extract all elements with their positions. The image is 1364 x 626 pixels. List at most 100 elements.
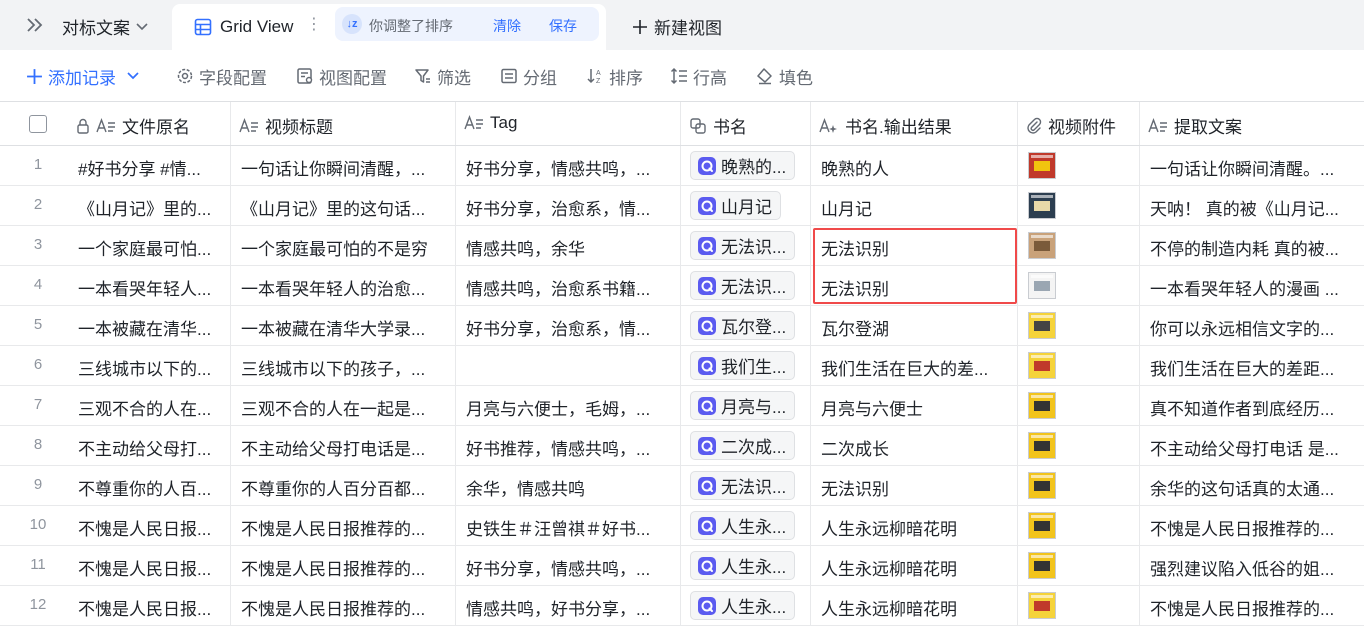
video-thumbnail[interactable] xyxy=(1028,312,1056,339)
table-name-dropdown[interactable]: 对标文案 xyxy=(62,14,148,39)
video-attachment-cell[interactable] xyxy=(1018,306,1140,345)
column-header-file-name[interactable]: 文件原名 xyxy=(68,102,231,145)
extracted-copy-cell[interactable]: 不停的制造内耗 真的被... xyxy=(1140,226,1364,265)
video-title-cell[interactable]: 不愧是人民日报推荐的... xyxy=(231,586,456,625)
extracted-copy-cell[interactable]: 不愧是人民日报推荐的... xyxy=(1140,506,1364,545)
extracted-copy-cell[interactable]: 天呐！ 真的被《山月记... xyxy=(1140,186,1364,225)
book-name-cell[interactable]: 山月记 xyxy=(681,186,811,225)
file-name-cell[interactable]: 《山月记》里的... xyxy=(68,186,231,225)
file-name-cell[interactable]: 三观不合的人在... xyxy=(68,386,231,425)
tag-cell[interactable]: 好书分享，治愈系，情... xyxy=(456,306,681,345)
file-name-cell[interactable]: 不愧是人民日报... xyxy=(68,546,231,585)
video-thumbnail[interactable] xyxy=(1028,232,1056,259)
video-title-cell[interactable]: 不愧是人民日报推荐的... xyxy=(231,546,456,585)
column-header-extracted-copy[interactable]: 提取文案 xyxy=(1140,102,1364,145)
video-attachment-cell[interactable] xyxy=(1018,506,1140,545)
video-attachment-cell[interactable] xyxy=(1018,546,1140,585)
video-thumbnail[interactable] xyxy=(1028,512,1056,539)
book-name-cell[interactable]: 人生永... xyxy=(681,586,811,625)
field-config-button[interactable]: 字段配置 xyxy=(176,64,267,88)
extracted-copy-cell[interactable]: 一本看哭年轻人的漫画 ... xyxy=(1140,266,1364,305)
extracted-copy-cell[interactable]: 我们生活在巨大的差距... xyxy=(1140,346,1364,385)
column-header-video-title[interactable]: 视频标题 xyxy=(231,102,456,145)
book-output-cell[interactable]: 人生永远柳暗花明 xyxy=(811,586,1018,625)
book-output-cell[interactable]: 人生永远柳暗花明 xyxy=(811,546,1018,585)
book-output-cell[interactable]: 无法识别 xyxy=(811,226,1018,265)
extracted-copy-cell[interactable]: 强烈建议陷入低谷的姐... xyxy=(1140,546,1364,585)
video-attachment-cell[interactable] xyxy=(1018,386,1140,425)
column-header-tag[interactable]: Tag xyxy=(456,102,681,145)
extracted-copy-cell[interactable]: 一句话让你瞬间清醒。... xyxy=(1140,146,1364,185)
view-config-button[interactable]: 视图配置 xyxy=(296,64,387,88)
table-row[interactable]: 1 #好书分享 #情... 一句话让你瞬间清醒，... 好书分享，情感共鸣，..… xyxy=(0,146,1364,186)
linked-record-chip[interactable]: 无法识... xyxy=(690,471,796,500)
linked-record-chip[interactable]: 山月记 xyxy=(690,191,781,220)
video-thumbnail[interactable] xyxy=(1028,152,1056,179)
book-name-cell[interactable]: 无法识... xyxy=(681,226,811,265)
video-title-cell[interactable]: 一句话让你瞬间清醒，... xyxy=(231,146,456,185)
tag-cell[interactable]: 情感共鸣，治愈系书籍... xyxy=(456,266,681,305)
tag-cell[interactable]: 情感共鸣，好书分享，... xyxy=(456,586,681,625)
more-vertical-icon[interactable]: ⋮ xyxy=(306,14,322,34)
video-thumbnail[interactable] xyxy=(1028,592,1056,619)
extracted-copy-cell[interactable]: 不主动给父母打电话 是... xyxy=(1140,426,1364,465)
book-output-cell[interactable]: 晚熟的人 xyxy=(811,146,1018,185)
table-row[interactable]: 11 不愧是人民日报... 不愧是人民日报推荐的... 好书分享，情感共鸣，..… xyxy=(0,546,1364,586)
video-attachment-cell[interactable] xyxy=(1018,466,1140,505)
book-name-cell[interactable]: 无法识... xyxy=(681,266,811,305)
linked-record-chip[interactable]: 晚熟的... xyxy=(690,151,796,180)
save-sort-button[interactable]: 保存 xyxy=(549,16,577,36)
table-row[interactable]: 3 一个家庭最可怕... 一个家庭最可怕的不是穷 情感共鸣，余华 无法识... … xyxy=(0,226,1364,266)
video-title-cell[interactable]: 不尊重你的人百分百都... xyxy=(231,466,456,505)
video-thumbnail[interactable] xyxy=(1028,392,1056,419)
tag-cell[interactable]: 余华，情感共鸣 xyxy=(456,466,681,505)
tag-cell[interactable]: 史铁生＃汪曾祺＃好书... xyxy=(456,506,681,545)
column-header-video-attachment[interactable]: 视频附件 xyxy=(1018,102,1140,145)
expand-sidebar-icon[interactable] xyxy=(22,12,48,38)
video-attachment-cell[interactable] xyxy=(1018,146,1140,185)
video-attachment-cell[interactable] xyxy=(1018,426,1140,465)
linked-record-chip[interactable]: 人生永... xyxy=(690,591,796,620)
filter-button[interactable]: 筛选 xyxy=(414,64,471,88)
video-attachment-cell[interactable] xyxy=(1018,186,1140,225)
linked-record-chip[interactable]: 我们生... xyxy=(690,351,796,380)
table-row[interactable]: 10 不愧是人民日报... 不愧是人民日报推荐的... 史铁生＃汪曾祺＃好书..… xyxy=(0,506,1364,546)
file-name-cell[interactable]: 不主动给父母打... xyxy=(68,426,231,465)
table-row[interactable]: 8 不主动给父母打... 不主动给父母打电话是... 好书推荐，情感共鸣，...… xyxy=(0,426,1364,466)
tag-cell[interactable]: 好书分享，情感共鸣，... xyxy=(456,546,681,585)
file-name-cell[interactable]: 三线城市以下的... xyxy=(68,346,231,385)
linked-record-chip[interactable]: 无法识... xyxy=(690,231,796,260)
book-name-cell[interactable]: 月亮与... xyxy=(681,386,811,425)
column-header-book-output[interactable]: 书名.输出结果 xyxy=(811,102,1018,145)
file-name-cell[interactable]: 不愧是人民日报... xyxy=(68,506,231,545)
video-title-cell[interactable]: 不愧是人民日报推荐的... xyxy=(231,506,456,545)
table-row[interactable]: 7 三观不合的人在... 三观不合的人在一起是... 月亮与六便士，毛姆，...… xyxy=(0,386,1364,426)
extracted-copy-cell[interactable]: 余华的这句话真的太通... xyxy=(1140,466,1364,505)
video-attachment-cell[interactable] xyxy=(1018,226,1140,265)
fill-color-button[interactable]: 填色 xyxy=(756,64,813,88)
file-name-cell[interactable]: 一本看哭年轻人... xyxy=(68,266,231,305)
book-output-cell[interactable]: 山月记 xyxy=(811,186,1018,225)
book-name-cell[interactable]: 人生永... xyxy=(681,506,811,545)
add-record-button[interactable]: 添加记录 xyxy=(26,64,139,88)
video-title-cell[interactable]: 一本看哭年轻人的治愈... xyxy=(231,266,456,305)
video-thumbnail[interactable] xyxy=(1028,272,1056,299)
video-attachment-cell[interactable] xyxy=(1018,266,1140,305)
linked-record-chip[interactable]: 月亮与... xyxy=(690,391,796,420)
video-thumbnail[interactable] xyxy=(1028,432,1056,459)
book-name-cell[interactable]: 人生永... xyxy=(681,546,811,585)
file-name-cell[interactable]: 一个家庭最可怕... xyxy=(68,226,231,265)
extracted-copy-cell[interactable]: 你可以永远相信文字的... xyxy=(1140,306,1364,345)
book-output-cell[interactable]: 无法识别 xyxy=(811,466,1018,505)
video-title-cell[interactable]: 一个家庭最可怕的不是穷 xyxy=(231,226,456,265)
group-button[interactable]: 分组 xyxy=(500,64,557,88)
linked-record-chip[interactable]: 瓦尔登... xyxy=(690,311,796,340)
select-all-checkbox[interactable] xyxy=(29,115,47,133)
table-row[interactable]: 4 一本看哭年轻人... 一本看哭年轻人的治愈... 情感共鸣，治愈系书籍...… xyxy=(0,266,1364,306)
row-height-button[interactable]: 行高 xyxy=(670,64,727,88)
video-attachment-cell[interactable] xyxy=(1018,346,1140,385)
video-title-cell[interactable]: 三观不合的人在一起是... xyxy=(231,386,456,425)
tag-cell[interactable]: 好书分享，治愈系，情... xyxy=(456,186,681,225)
clear-sort-button[interactable]: 清除 xyxy=(493,16,521,36)
file-name-cell[interactable]: 不愧是人民日报... xyxy=(68,586,231,625)
